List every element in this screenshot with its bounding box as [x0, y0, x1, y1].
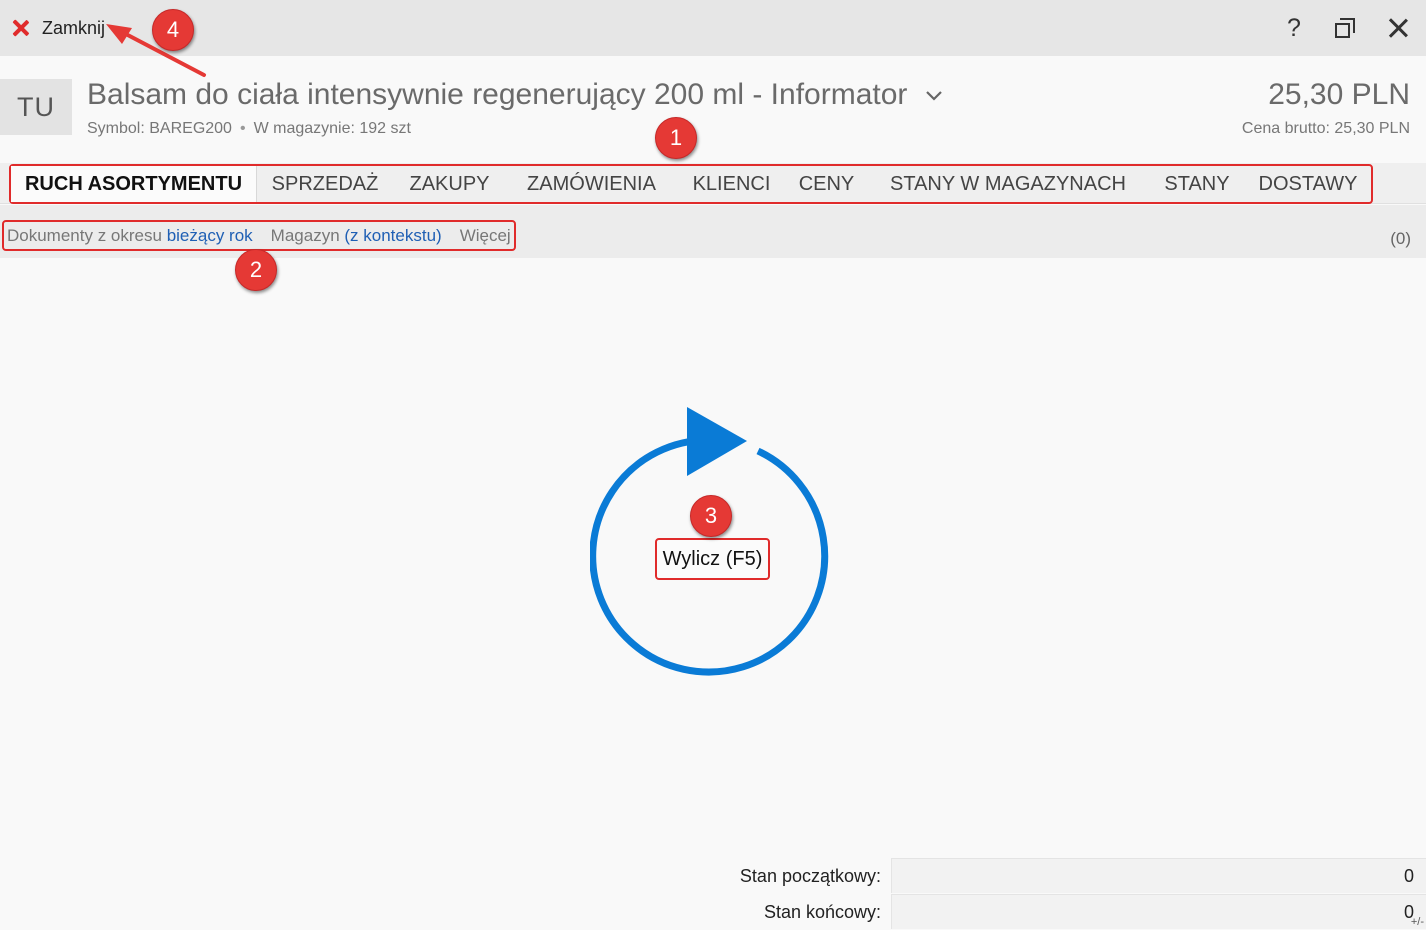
start-balance-value: 0 [891, 858, 1426, 893]
start-balance-label: Stan początkowy: [739, 866, 881, 886]
tab-bar: RUCH ASORTYMENTU SPRZEDAŻ ZAKUPY ZAMÓWIE… [0, 163, 1426, 204]
tab-sprzedaz[interactable]: SPRZEDAŻ [257, 166, 393, 202]
annotation-badge-1: 1 [655, 117, 697, 159]
avatar: TU [0, 79, 72, 135]
warehouse-filter-label: Magazyn [270, 225, 340, 245]
tab-ruch-asortymentu[interactable]: RUCH ASORTYMENTU [11, 166, 257, 202]
tab-stany-w-magazynach[interactable]: STANY W MAGAZYNACH [867, 166, 1149, 202]
product-stock: W magazynie: 192 szt [253, 120, 411, 137]
period-filter-link[interactable]: bieżący rok [167, 226, 253, 246]
more-filters-link[interactable]: Więcej [460, 226, 511, 246]
plus-minus-marker: +/- [1410, 916, 1424, 928]
tab-dostawy[interactable]: DOSTAWY [1245, 166, 1371, 202]
close-window-icon [1388, 18, 1408, 38]
question-mark-icon: ? [1287, 13, 1301, 42]
filter-list: Dokumenty z okresu bieżący rok Magazyn (… [2, 220, 516, 251]
compute-button[interactable]: Wylicz (F5) [655, 538, 770, 580]
chevron-down-icon[interactable] [924, 86, 944, 106]
period-filter-label: Dokumenty z okresu [7, 225, 162, 245]
tab-ceny[interactable]: CENY [786, 166, 867, 202]
annotation-badge-4: 4 [152, 9, 194, 51]
close-icon [10, 17, 32, 39]
tab-zakupy[interactable]: ZAKUPY [393, 166, 506, 202]
page-title: Balsam do ciała intensywnie regenerujący… [87, 78, 908, 111]
product-symbol: Symbol: BAREG200 [87, 120, 232, 137]
price: 25,30 PLN [1268, 78, 1410, 111]
meta-separator: • [239, 120, 246, 137]
help-button[interactable]: ? [1277, 12, 1311, 44]
close-label: Zamknij [42, 17, 106, 38]
record-count: (0) [1390, 229, 1411, 248]
app-window: Zamknij ? TU Balsam do ciała intensywnie… [0, 0, 1426, 930]
restore-icon [1335, 18, 1355, 38]
filter-bar: Dokumenty z okresu bieżący rok Magazyn (… [0, 205, 1426, 258]
close-window-button[interactable] [1381, 12, 1415, 44]
tab-list: RUCH ASORTYMENTU SPRZEDAŻ ZAKUPY ZAMÓWIE… [9, 164, 1373, 204]
restore-window-button[interactable] [1328, 12, 1362, 44]
end-balance-value: 0 +/- [891, 894, 1426, 929]
close-command[interactable]: Zamknij [10, 14, 105, 42]
annotation-badge-3: 3 [690, 495, 732, 537]
product-meta: Symbol: BAREG200 • W magazynie: 192 szt [87, 120, 411, 138]
end-balance-label: Stan końcowy: [763, 902, 881, 922]
tab-zamowienia[interactable]: ZAMÓWIENIA [506, 166, 677, 202]
tab-klienci[interactable]: KLIENCI [677, 166, 786, 202]
tab-stany[interactable]: STANY [1149, 166, 1245, 202]
start-balance-number: 0 [1403, 866, 1414, 886]
title-bar: Zamknij ? [0, 0, 1426, 56]
warehouse-filter-link[interactable]: (z kontekstu) [344, 226, 441, 246]
gross-price: Cena brutto: 25,30 PLN [1241, 120, 1410, 137]
annotation-badge-2: 2 [235, 249, 277, 291]
